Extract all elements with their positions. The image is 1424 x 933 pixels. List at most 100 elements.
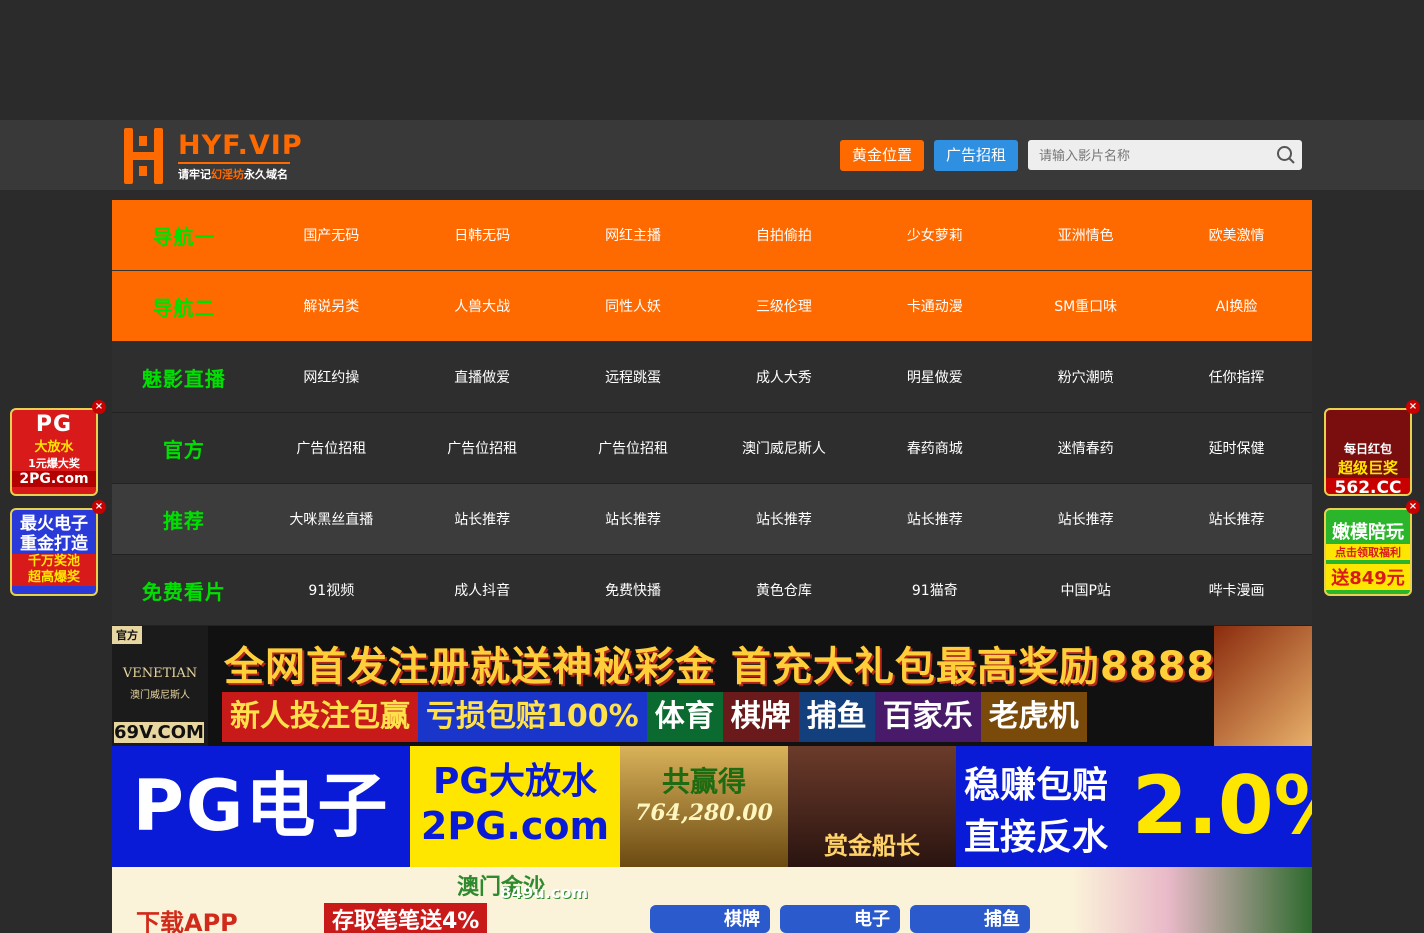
nav-link[interactable]: 解说另类: [256, 296, 407, 316]
search-icon[interactable]: [1276, 145, 1296, 165]
side-ad-left-2[interactable]: 最火电子 重金打造 千万奖池 超高爆奖: [10, 508, 98, 596]
game-tile: 捕鱼: [910, 905, 1030, 933]
close-icon[interactable]: ×: [92, 400, 106, 414]
feature-item: 棋牌: [722, 692, 799, 742]
nav-link[interactable]: SM重口味: [1010, 296, 1161, 316]
side-ad-text: 超高爆奖: [12, 570, 96, 586]
nav-link[interactable]: 自拍偷拍: [709, 225, 860, 245]
side-ad-text: 每日红包: [1343, 442, 1392, 456]
category-nav: 导航一 国产无码 日韩无码 网红主播 自拍偷拍 少女萝莉 亚洲情色 欧美激情 导…: [112, 200, 1312, 626]
nav-link[interactable]: 卡通动漫: [859, 296, 1010, 316]
nav-link[interactable]: 国产无码: [256, 225, 407, 245]
nav-link[interactable]: 广告位招租: [407, 438, 558, 458]
top-blank-area: [0, 0, 1424, 120]
nav-row-title[interactable]: 官方: [112, 434, 256, 463]
nav-link[interactable]: 人兽大战: [407, 296, 558, 316]
logo-text: HYF.VIP: [178, 130, 303, 161]
download-app-text: 下载APP: [136, 909, 238, 933]
nav-link[interactable]: 站长推荐: [859, 509, 1010, 529]
nav-link[interactable]: 站长推荐: [1161, 509, 1312, 529]
nav-link[interactable]: 明星做爱: [859, 367, 1010, 387]
nav-link[interactable]: 迷情春药: [1010, 438, 1161, 458]
site-header: HYF.VIP 请牢记幻淫坊永久域名 黄金位置 广告招租: [0, 120, 1424, 190]
rebate-percent: 2.0%: [1132, 759, 1312, 852]
nav-link[interactable]: 成人大秀: [709, 367, 860, 387]
side-ad-text: 562.CC: [1326, 478, 1410, 494]
win-label: 共赢得: [661, 765, 746, 798]
pg-promo-title: PG大放水: [433, 761, 597, 802]
nav-link[interactable]: 中国P站: [1010, 580, 1161, 600]
nav-link[interactable]: 任你指挥: [1161, 367, 1312, 387]
nav-row-5: 推荐 大咪黑丝直播 站长推荐 站长推荐 站长推荐 站长推荐 站长推荐 站长推荐: [112, 484, 1312, 555]
nav-link[interactable]: 站长推荐: [1010, 509, 1161, 529]
nav-row-title[interactable]: 推荐: [112, 505, 256, 534]
banner-model-image: [1072, 867, 1312, 933]
close-icon[interactable]: ×: [92, 500, 106, 514]
nav-link[interactable]: 同性人妖: [558, 296, 709, 316]
logo-subtitle: 请牢记幻淫坊永久域名: [178, 168, 288, 181]
nav-link[interactable]: 欧美激情: [1161, 225, 1312, 245]
venetian-ad-banner[interactable]: 官方 VENETIAN 澳门威尼斯人 69V.COM 全网首发注册就送神秘彩金 …: [112, 626, 1312, 746]
nav-link[interactable]: 远程跳蛋: [558, 367, 709, 387]
rebate-line1: 稳赚包赔: [964, 765, 1109, 806]
logo-underline: [178, 162, 290, 164]
feature-item: 老虎机: [980, 692, 1087, 742]
side-ad-text: 重金打造: [20, 534, 88, 554]
nav-link[interactable]: 站长推荐: [407, 509, 558, 529]
nav-link[interactable]: 春药商城: [859, 438, 1010, 458]
feature-item: 体育: [646, 692, 723, 742]
side-ad-right-1[interactable]: 每日红包 超级巨奖 562.CC: [1324, 408, 1412, 496]
nav-link[interactable]: 广告位招租: [558, 438, 709, 458]
ad-rent-button[interactable]: 广告招租: [934, 140, 1018, 171]
nav-row-title[interactable]: 导航二: [112, 292, 256, 321]
official-tag: 官方: [112, 626, 142, 644]
side-ad-left-1[interactable]: PG 大放水 1元爆大奖 2PG.com: [10, 408, 98, 496]
game-tile: 棋牌: [650, 905, 770, 933]
nav-link[interactable]: 黄色仓库: [709, 580, 860, 600]
side-ad-text: 1元爆大奖: [28, 457, 80, 470]
close-icon[interactable]: ×: [1406, 400, 1420, 414]
sands-ad-banner[interactable]: 澳门金沙 849u.com 下载APP 存取笔笔送4% 棋牌 电子 捕鱼: [112, 867, 1312, 933]
nav-row-1: 导航一 国产无码 日韩无码 网红主播 自拍偷拍 少女萝莉 亚洲情色 欧美激情: [112, 200, 1312, 271]
nav-link[interactable]: 澳门威尼斯人: [709, 438, 860, 458]
side-ad-text: PG: [35, 412, 73, 437]
nav-link[interactable]: 直播做爱: [407, 367, 558, 387]
nav-row-title[interactable]: 免费看片: [112, 576, 256, 605]
side-ad-text: 送849元: [1326, 564, 1410, 590]
banner-model-image: [1214, 626, 1312, 746]
nav-link[interactable]: 亚洲情色: [1010, 225, 1161, 245]
side-ad-text: 点击领取福利: [1326, 544, 1410, 560]
nav-row-title[interactable]: 魅影直播: [112, 363, 256, 392]
nav-link[interactable]: 免费快播: [558, 580, 709, 600]
nav-link[interactable]: 粉穴潮喷: [1010, 367, 1161, 387]
nav-link[interactable]: 日韩无码: [407, 225, 558, 245]
nav-link[interactable]: 91视频: [256, 580, 407, 600]
feature-item: 亏损包赔100%: [418, 692, 647, 742]
nav-link[interactable]: 站长推荐: [558, 509, 709, 529]
pg-ad-banner[interactable]: PG电子 PG大放水 2PG.com 共赢得 764,280.00 赏金船长 稳…: [112, 746, 1312, 867]
venetian-brand-cn: 澳门威尼斯人: [130, 690, 190, 701]
feature-item: 百家乐: [874, 692, 981, 742]
venetian-domain: 69V.COM: [114, 722, 204, 743]
nav-row-title[interactable]: 导航一: [112, 221, 256, 250]
gold-position-button[interactable]: 黄金位置: [840, 140, 924, 171]
side-ad-text: 2PG.com: [12, 471, 96, 487]
nav-link[interactable]: 网红约操: [256, 367, 407, 387]
nav-link[interactable]: 网红主播: [558, 225, 709, 245]
nav-link[interactable]: 站长推荐: [709, 509, 860, 529]
search-input[interactable]: [1037, 140, 1271, 172]
side-ad-right-2[interactable]: 嫩模陪玩 点击领取福利 送849元: [1324, 508, 1412, 596]
win-amount: 764,280.00: [635, 800, 773, 826]
nav-link[interactable]: 少女萝莉: [859, 225, 1010, 245]
nav-link[interactable]: 成人抖音: [407, 580, 558, 600]
nav-link[interactable]: 三级伦理: [709, 296, 860, 316]
nav-link[interactable]: 延时保健: [1161, 438, 1312, 458]
close-icon[interactable]: ×: [1406, 500, 1420, 514]
nav-link[interactable]: 哔卡漫画: [1161, 580, 1312, 600]
site-logo[interactable]: HYF.VIP 请牢记幻淫坊永久域名: [122, 126, 302, 186]
nav-link[interactable]: 广告位招租: [256, 438, 407, 458]
nav-link[interactable]: 大咪黑丝直播: [256, 509, 407, 529]
nav-link[interactable]: AI换脸: [1161, 296, 1312, 316]
venetian-logo: 官方 VENETIAN 澳门威尼斯人 69V.COM: [112, 626, 208, 746]
nav-link[interactable]: 91猫奇: [859, 580, 1010, 600]
